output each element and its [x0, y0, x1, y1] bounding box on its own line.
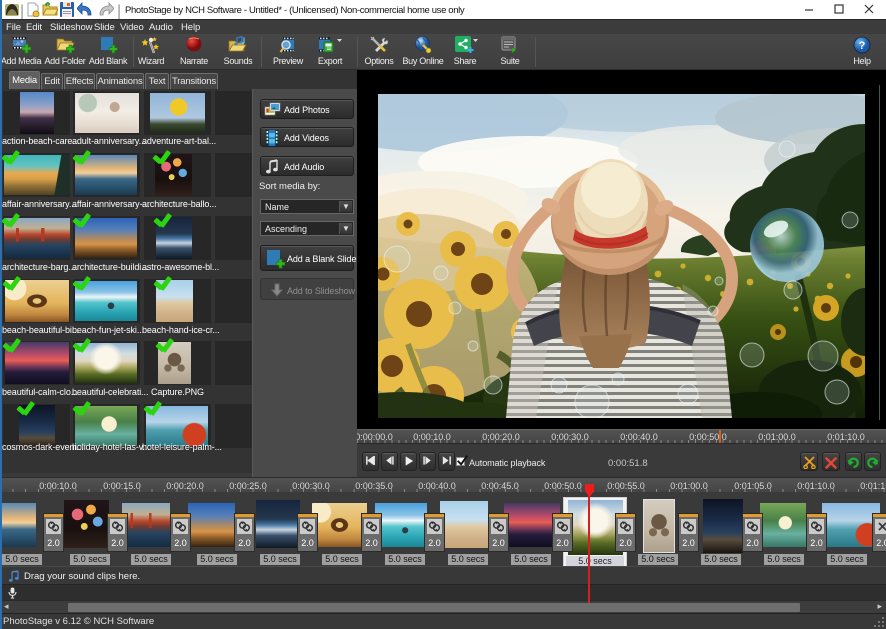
- svg-text:?: ?: [859, 40, 866, 52]
